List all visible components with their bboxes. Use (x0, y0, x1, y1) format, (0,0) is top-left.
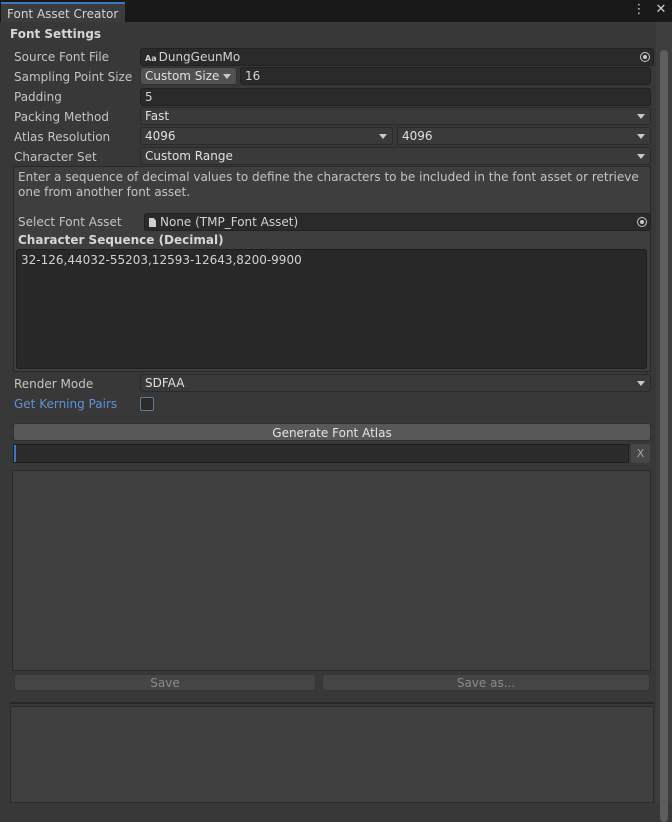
character-sequence-value: 32-126,44032-55203,12593-12643,8200-9900 (21, 253, 302, 267)
get-kerning-pairs-label: Get Kerning Pairs (14, 397, 118, 411)
character-sequence-label: Character Sequence (Decimal) (18, 233, 224, 247)
chevron-down-icon (637, 134, 645, 139)
save-as-button[interactable]: Save as... (322, 674, 650, 691)
save-button[interactable]: Save (14, 674, 316, 691)
character-set-label: Character Set (14, 150, 97, 164)
generation-progress-bar (13, 444, 629, 463)
chevron-down-icon (637, 114, 645, 119)
sampling-point-size-label: Sampling Point Size (14, 70, 133, 84)
generate-font-atlas-label: Generate Font Atlas (272, 426, 392, 440)
render-mode-value: SDFAA (145, 376, 185, 390)
atlas-resolution-label: Atlas Resolution (14, 130, 111, 144)
source-font-file-field[interactable]: Aa DungGeunMo (140, 48, 654, 66)
document-icon (149, 218, 156, 227)
render-mode-label: Render Mode (14, 377, 94, 391)
sampling-point-size-input[interactable]: 16 (240, 67, 651, 85)
font-asset-icon: Aa (145, 54, 157, 63)
select-font-asset-field[interactable]: None (TMP_Font Asset) (144, 213, 651, 231)
get-kerning-pairs-checkbox[interactable] (140, 397, 154, 411)
vertical-scrollbar[interactable] (656, 22, 672, 822)
character-set-value: Custom Range (145, 149, 233, 163)
sampling-point-size-value: 16 (245, 69, 261, 83)
source-font-file-value: DungGeunMo (158, 50, 241, 64)
render-mode-dropdown[interactable]: SDFAA (140, 374, 651, 392)
sampling-size-mode-value: Custom Size (145, 69, 220, 83)
tab-font-asset-creator[interactable]: Font Asset Creator (1, 2, 125, 22)
progress-fill (14, 445, 16, 462)
atlas-width-dropdown[interactable]: 4096 (140, 127, 393, 145)
kebab-menu-icon[interactable]: ⋮ (632, 3, 646, 17)
tab-title: Font Asset Creator (7, 7, 119, 21)
save-as-label: Save as... (456, 676, 516, 690)
help-text: Enter a sequence of decimal values to de… (18, 170, 639, 199)
generate-font-atlas-button[interactable]: Generate Font Atlas (13, 423, 651, 441)
close-icon[interactable]: ✕ (654, 3, 668, 17)
panel-divider[interactable] (10, 702, 654, 704)
tab-controls: ⋮ ✕ (632, 3, 668, 17)
atlas-height-value: 4096 (402, 129, 433, 143)
character-set-dropdown[interactable]: Custom Range (140, 147, 651, 165)
padding-input[interactable]: 5 (140, 88, 651, 106)
chevron-down-icon (637, 154, 645, 159)
cancel-label: X (636, 447, 645, 460)
window-tab-bar: Font Asset Creator ⋮ ✕ (0, 0, 672, 22)
chevron-down-icon (223, 74, 231, 79)
cancel-generation-button[interactable]: X (631, 444, 650, 463)
chevron-down-icon (379, 134, 387, 139)
object-picker-icon[interactable] (640, 52, 650, 62)
packing-method-label: Packing Method (14, 110, 109, 124)
select-font-asset-value: None (TMP_Font Asset) (160, 215, 299, 229)
scrollbar-thumb[interactable] (660, 50, 668, 822)
padding-label: Padding (14, 90, 62, 104)
output-feedback-panel (10, 706, 654, 803)
atlas-width-value: 4096 (145, 129, 176, 143)
section-title-font-settings: Font Settings (10, 27, 102, 41)
source-font-file-label: Source Font File (14, 50, 110, 64)
packing-method-dropdown[interactable]: Fast (140, 107, 651, 125)
packing-method-value: Fast (145, 109, 170, 123)
select-font-asset-label: Select Font Asset (18, 215, 122, 229)
save-label: Save (150, 676, 180, 690)
atlas-preview-area (12, 470, 651, 671)
object-picker-icon[interactable] (637, 217, 647, 227)
sampling-size-mode-dropdown[interactable]: Custom Size (140, 67, 237, 85)
padding-value: 5 (145, 90, 153, 104)
chevron-down-icon (637, 381, 645, 386)
atlas-height-dropdown[interactable]: 4096 (397, 127, 651, 145)
character-sequence-textarea[interactable]: 32-126,44032-55203,12593-12643,8200-9900 (16, 249, 647, 369)
